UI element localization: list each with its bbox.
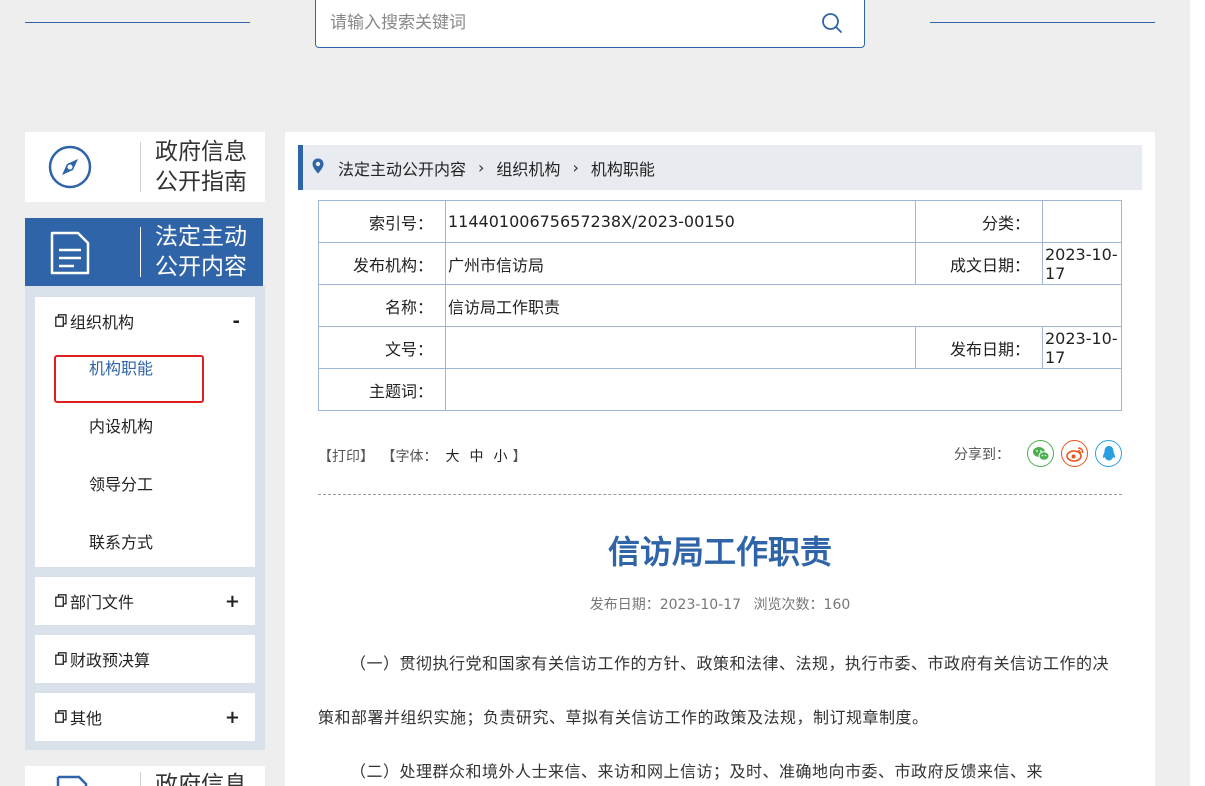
- publish-date-value: 2023-10-17: [1042, 326, 1122, 369]
- breadcrumb-item-functions[interactable]: 机构职能: [591, 156, 655, 180]
- menu-head-label: 组织机构: [70, 313, 135, 332]
- table-row: 发布机构： 广州市信访局 成文日期： 2023-10-17: [318, 242, 1122, 285]
- wechat-icon: [1032, 446, 1049, 461]
- search-icon[interactable]: [821, 12, 843, 38]
- table-row: 索引号： 11440100675657238X/2023-00150 分类：: [318, 200, 1122, 243]
- sidebar-item-leaders[interactable]: 领导分工: [89, 473, 153, 497]
- table-row: 文号： 发布日期： 2023-10-17: [318, 326, 1122, 369]
- header-line-left: [25, 22, 250, 23]
- article-views: 浏览次数：160: [753, 597, 851, 613]
- location-pin-icon: [312, 158, 324, 178]
- article-toolbar: 【打印】 【字体： 大中小】 分享到：: [318, 436, 1122, 472]
- category-value: [1042, 200, 1122, 243]
- menu-head-budget[interactable]: 财政预决算: [55, 635, 240, 683]
- keywords-value: [445, 368, 1122, 411]
- table-row: 名称： 信访局工作职责: [318, 284, 1122, 327]
- sidebar-item-departments[interactable]: 内设机构: [89, 415, 153, 439]
- menu-head-other[interactable]: 其他 +: [55, 693, 240, 741]
- font-small-button[interactable]: 小: [493, 449, 507, 465]
- name-value: 信访局工作职责: [445, 284, 1122, 327]
- article-meta: 发布日期：2023-10-17 浏览次数：160: [318, 594, 1122, 614]
- document-icon: [48, 230, 92, 280]
- document-meta-table: 索引号： 11440100675657238X/2023-00150 分类： 发…: [318, 200, 1122, 411]
- sidebar-item-contact[interactable]: 联系方式: [89, 531, 153, 555]
- expand-toggle[interactable]: +: [225, 707, 240, 728]
- weibo-icon: [1065, 446, 1083, 462]
- copy-icon: [55, 650, 67, 669]
- sidebar-item-functions[interactable]: 机构职能: [89, 357, 153, 381]
- article-paragraph-2: （二）处理群众和境外人士来信、来访和网上信访；及时、准确地向市委、市政府反馈来信…: [350, 762, 1044, 781]
- page-edge: [1190, 0, 1205, 786]
- publisher-label: 发布机构：: [318, 242, 446, 285]
- font-size-prefix: 【字体：: [381, 449, 438, 465]
- article-title: 信访局工作职责: [607, 533, 832, 571]
- expand-toggle[interactable]: +: [225, 591, 240, 612]
- guide-title: 政府信息 公开指南: [155, 139, 247, 195]
- table-row: 主题词：: [318, 368, 1122, 411]
- doc-no-label: 文号：: [318, 326, 446, 369]
- font-size-suffix: 】: [512, 449, 527, 465]
- content-title: 法定主动 公开内容: [155, 224, 247, 280]
- menu-head-label: 部门文件: [70, 593, 135, 612]
- menu-group-org: 组织机构 - 机构职能 内设机构 领导分工 联系方式: [35, 297, 255, 567]
- content-card[interactable]: 法定主动 公开内容: [25, 218, 263, 286]
- divider-dashed: [318, 494, 1122, 495]
- menu-head-org[interactable]: 组织机构 -: [55, 297, 240, 345]
- index-label: 索引号：: [318, 200, 446, 243]
- category-label: 分类：: [915, 200, 1043, 243]
- guide-card[interactable]: 政府信息 公开指南: [25, 132, 265, 202]
- menu-group-docs: 部门文件 +: [35, 577, 255, 625]
- qq-share-button[interactable]: [1095, 440, 1122, 467]
- keywords-label: 主题词：: [318, 368, 446, 411]
- menu-head-docs[interactable]: 部门文件 +: [55, 577, 240, 625]
- breadcrumb: 法定主动公开内容 › 组织机构 › 机构职能: [298, 145, 1142, 190]
- menu-head-label: 财政预决算: [70, 651, 151, 670]
- written-date-value: 2023-10-17: [1042, 242, 1122, 285]
- publisher-value: 广州市信访局: [445, 242, 916, 285]
- breadcrumb-item-public-content[interactable]: 法定主动公开内容: [338, 156, 466, 180]
- sidebar-menu: 组织机构 - 机构职能 内设机构 领导分工 联系方式 部门文件 + 财政预决算: [25, 286, 265, 750]
- search-input[interactable]: [330, 8, 800, 38]
- footer-guide-card[interactable]: 政府信息: [25, 766, 265, 786]
- doc-no-value: [445, 326, 916, 369]
- share-label: 分享到：: [954, 446, 1010, 463]
- menu-group-budget: 财政预决算: [35, 635, 255, 683]
- copy-icon: [55, 312, 67, 331]
- font-medium-button[interactable]: 中: [469, 449, 483, 465]
- compass-icon: [47, 144, 93, 194]
- copy-icon: [55, 708, 67, 727]
- breadcrumb-item-org[interactable]: 组织机构: [496, 156, 560, 180]
- font-large-button[interactable]: 大: [445, 449, 459, 465]
- search-box: [315, 0, 865, 48]
- menu-head-label: 其他: [70, 709, 103, 728]
- article-publish-date: 发布日期：2023-10-17: [589, 597, 742, 613]
- footer-title: 政府信息: [155, 772, 247, 786]
- publish-date-label: 发布日期：: [915, 326, 1043, 369]
- menu-group-other: 其他 +: [35, 693, 255, 741]
- article-paragraph-1: （一）贯彻执行党和国家有关信访工作的方针、政策和法律、法规，执行市委、市政府有关…: [318, 654, 1110, 727]
- copy-icon: [55, 592, 67, 611]
- wechat-share-button[interactable]: [1027, 440, 1054, 467]
- qq-icon: [1102, 445, 1115, 460]
- collapse-toggle[interactable]: -: [233, 311, 240, 332]
- written-date-label: 成文日期：: [915, 242, 1043, 285]
- share-bar: 分享到：: [954, 440, 1122, 467]
- weibo-share-button[interactable]: [1061, 440, 1088, 467]
- main-content: 法定主动公开内容 › 组织机构 › 机构职能 索引号： 114401006756…: [285, 132, 1155, 786]
- name-label: 名称：: [318, 284, 446, 327]
- document-icon: [55, 774, 89, 786]
- index-value: 11440100675657238X/2023-00150: [445, 200, 916, 243]
- chevron-right-icon: ›: [572, 158, 579, 177]
- print-button[interactable]: 【打印】: [318, 449, 374, 465]
- header-line-right: [930, 22, 1155, 23]
- print-font-tools: 【打印】 【字体： 大中小】: [318, 446, 529, 466]
- chevron-right-icon: ›: [478, 158, 485, 177]
